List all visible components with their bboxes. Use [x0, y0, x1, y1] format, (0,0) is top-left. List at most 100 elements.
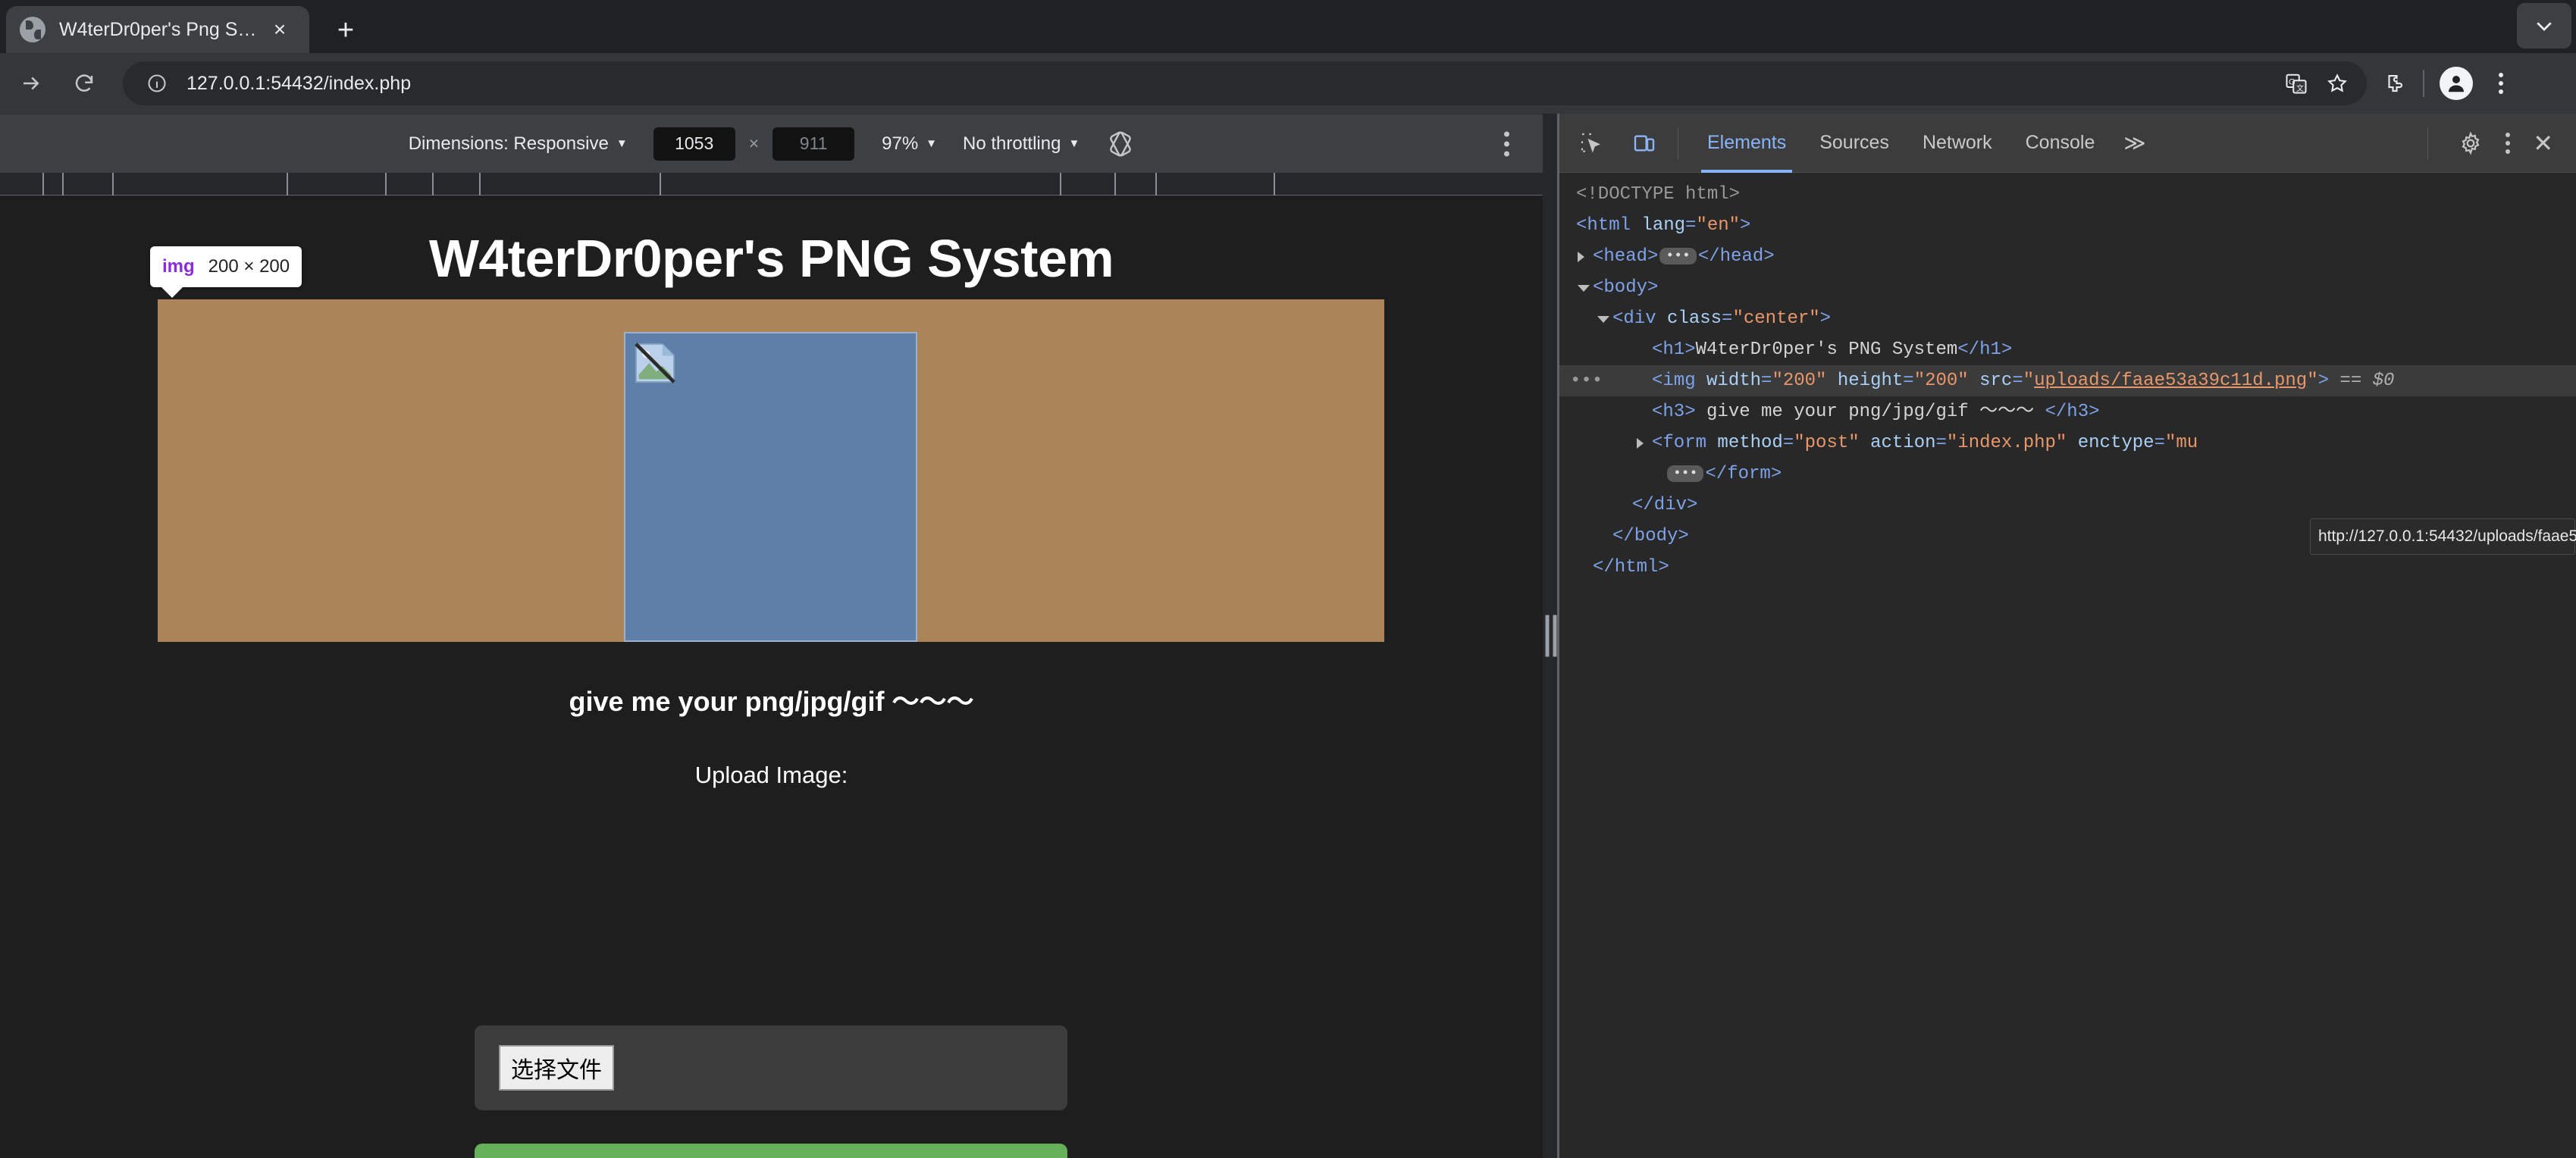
img-src-attr: src	[1979, 371, 2012, 391]
more-options-icon[interactable]: •••	[1570, 365, 1603, 396]
throttling-selector[interactable]: No throttling ▼	[963, 133, 1080, 155]
image-inner-rect	[624, 332, 917, 642]
h3-text: give me your png/jpg/gif 〜〜〜	[1696, 402, 2045, 422]
selected-node-marker: == $0	[2339, 371, 2394, 391]
tab-console[interactable]: Console	[2009, 114, 2112, 173]
head-close-name: head	[1720, 246, 1764, 267]
viewport-width-input[interactable]: 1053	[653, 127, 735, 161]
form-enctype-attr: enctype	[2078, 433, 2155, 453]
img-height-value: "200"	[1914, 371, 1969, 391]
file-input-container[interactable]: 选择文件	[475, 1025, 1067, 1110]
link-url-tooltip: http://127.0.0.1:54432/uploads/faae53a39…	[2310, 518, 2575, 555]
upload-label: Upload Image:	[0, 762, 1543, 789]
url-text: 127.0.0.1:54432/index.php	[186, 73, 2276, 95]
div-class-value: "center"	[1732, 308, 1819, 329]
dom-line-html[interactable]: <html lang="en">	[1559, 210, 2576, 241]
collapsed-content-icon[interactable]: •••	[1659, 248, 1696, 264]
star-icon[interactable]	[2317, 63, 2358, 104]
tab-network[interactable]: Network	[1906, 114, 2009, 173]
browser-tab[interactable]: W4terDr0per's Png System ×	[6, 6, 309, 53]
body-tag-name: body	[1603, 277, 1647, 298]
dimensions-selector[interactable]: Dimensions: Responsive ▼	[409, 133, 628, 155]
submit-button[interactable]: submit	[475, 1144, 1067, 1158]
img-src-value[interactable]: uploads/faae53a39c11d.png	[2034, 371, 2307, 391]
svg-text:G: G	[2289, 77, 2296, 86]
toolbar-divider	[2423, 70, 2424, 97]
dom-line-doctype[interactable]: <!DOCTYPE html>	[1559, 179, 2576, 210]
page-subtitle: give me your png/jpg/gif 〜〜〜	[0, 680, 1543, 719]
puzzle-icon[interactable]	[2374, 63, 2415, 104]
tab-elements[interactable]: Elements	[1691, 114, 1803, 173]
more-tabs-icon[interactable]: ≫	[2111, 130, 2158, 155]
form-enctype-value: "mu	[2165, 433, 2198, 453]
dom-line-form-close[interactable]: •••</form>	[1559, 459, 2576, 490]
dom-line-div[interactable]: <div class="center">	[1559, 303, 2576, 334]
page-viewport: W4terDr0per's PNG System img 200 × 200	[0, 196, 1543, 1158]
collapsed-content-icon[interactable]: •••	[1667, 465, 1703, 482]
devtools-panel: Elements Sources Network Console ≫ ✕ <!D…	[1559, 114, 2576, 1158]
three-dot-menu-icon[interactable]	[1504, 131, 1509, 156]
account-avatar-icon[interactable]	[2440, 67, 2473, 100]
gear-icon[interactable]	[2449, 122, 2492, 164]
tabbar-divider-right	[2427, 127, 2428, 159]
viewport-ruler	[0, 173, 1543, 196]
panel-resize-handle[interactable]	[1543, 114, 1559, 1158]
devtools-tabbar: Elements Sources Network Console ≫ ✕	[1559, 114, 2576, 173]
forward-arrow-icon[interactable]	[9, 61, 53, 105]
form-action-value: "index.php"	[1947, 433, 2067, 453]
uploaded-image[interactable]	[158, 299, 1384, 642]
h1-text: W4terDr0per's PNG System	[1696, 340, 1958, 360]
close-icon[interactable]: ✕	[2524, 129, 2562, 158]
dom-line-head[interactable]: <head>•••</head>	[1559, 241, 2576, 272]
form-method-attr: method	[1717, 433, 1782, 453]
translate-icon[interactable]: G文	[2276, 63, 2317, 104]
dom-line-form[interactable]: <form method="post" action="index.php" e…	[1559, 427, 2576, 459]
badge-tag-name: img	[162, 256, 195, 277]
info-circle-icon[interactable]	[139, 66, 174, 101]
browser-toolbar: 127.0.0.1:54432/index.php G文	[0, 53, 2576, 114]
chevron-down-icon: ▼	[1068, 137, 1080, 150]
dom-line-h1[interactable]: <h1>W4terDr0per's PNG System</h1>	[1559, 334, 2576, 365]
dom-tree: <!DOCTYPE html> <html lang="en"> <head>•…	[1559, 173, 2576, 1158]
dom-line-h3[interactable]: <h3> give me your png/jpg/gif 〜〜〜 </h3>	[1559, 396, 2576, 427]
img-height-attr: height	[1838, 371, 1903, 391]
badge-dimensions: 200 × 200	[208, 256, 290, 277]
three-dot-menu-icon[interactable]	[2492, 133, 2524, 154]
zoom-selector[interactable]: 97% ▼	[882, 133, 937, 155]
collapse-triangle-icon[interactable]	[1578, 285, 1590, 297]
rotate-device-icon[interactable]	[1107, 130, 1134, 158]
expand-triangle-icon[interactable]	[1578, 252, 1584, 262]
resize-grip-icon	[1546, 615, 1557, 657]
broken-image-icon	[631, 340, 678, 387]
div-class-attr: class	[1667, 308, 1722, 329]
device-mode-toolbar: Dimensions: Responsive ▼ 1053 × 911 97% …	[0, 114, 1543, 173]
throttling-value: No throttling	[963, 133, 1061, 155]
inspect-element-icon[interactable]	[1570, 122, 1612, 164]
new-tab-button[interactable]: +	[326, 11, 365, 50]
dimensions-label: Dimensions: Responsive	[409, 133, 609, 155]
dom-line-div-close[interactable]: </div>	[1559, 490, 2576, 521]
element-highlight-badge: img 200 × 200	[150, 246, 302, 287]
expand-triangle-icon[interactable]	[1637, 438, 1644, 449]
three-dot-menu-icon[interactable]	[2480, 63, 2521, 104]
chevron-down-icon[interactable]	[2517, 3, 2571, 49]
device-toolbar-icon[interactable]	[1623, 122, 1666, 164]
address-bar[interactable]: 127.0.0.1:54432/index.php G文	[123, 61, 2367, 105]
img-width-attr: width	[1706, 371, 1761, 391]
dom-line-img-selected[interactable]: •••<img width="200" height="200" src="up…	[1559, 365, 2576, 396]
collapse-triangle-icon[interactable]	[1597, 316, 1609, 328]
choose-file-button[interactable]: 选择文件	[499, 1045, 614, 1091]
globe-icon	[20, 17, 45, 42]
html-lang-value: "en"	[1696, 215, 1740, 236]
reload-icon[interactable]	[62, 61, 106, 105]
close-icon[interactable]: ×	[264, 14, 296, 45]
tab-strip: W4terDr0per's Png System × +	[0, 0, 2576, 53]
div-tag-name: div	[1623, 308, 1656, 329]
uploaded-image-container: img 200 × 200	[0, 289, 1543, 645]
form-method-value: "post"	[1794, 433, 1859, 453]
dom-line-body[interactable]: <body>	[1559, 272, 2576, 303]
tab-sources[interactable]: Sources	[1803, 114, 1906, 173]
dom-line-html-close[interactable]: </html>	[1559, 552, 2576, 583]
viewport-height-input[interactable]: 911	[772, 127, 854, 161]
html-lang-attr: lang	[1641, 215, 1685, 236]
